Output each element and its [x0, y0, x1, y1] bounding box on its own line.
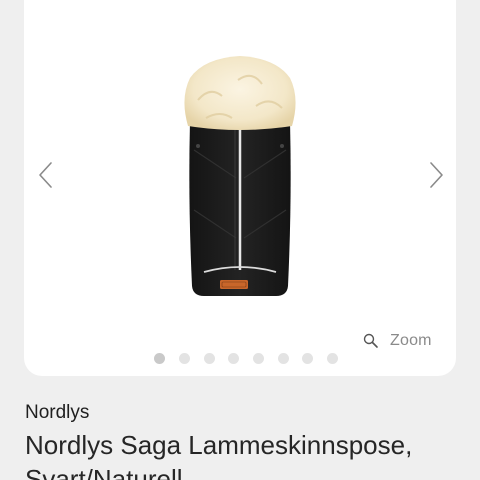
pagination-dot-8[interactable] — [327, 353, 338, 364]
pagination-dot-4[interactable] — [228, 353, 239, 364]
pagination-dot-3[interactable] — [204, 353, 215, 364]
pagination-dot-5[interactable] — [253, 353, 264, 364]
brand-badge — [220, 280, 248, 289]
pagination-dot-1[interactable] — [154, 353, 165, 364]
product-title: Nordlys Saga Lammeskinnspose, Svart/Natu… — [25, 430, 413, 480]
zoom-label: Zoom — [390, 332, 432, 349]
product-brand[interactable]: Nordlys — [25, 402, 89, 424]
gallery-pagination — [148, 352, 348, 366]
fur-collar — [184, 56, 296, 130]
magnifier-icon — [363, 333, 378, 348]
chevron-left-icon[interactable] — [32, 160, 62, 190]
pagination-dot-7[interactable] — [302, 353, 313, 364]
chevron-right-icon[interactable] — [420, 160, 450, 190]
product-page: Zoom Nordlys Nordlys Saga Lammeskinnspos… — [0, 0, 480, 480]
zoom-button[interactable]: Zoom — [362, 330, 432, 352]
product-image[interactable] — [0, 0, 480, 310]
pagination-dot-6[interactable] — [278, 353, 289, 364]
pagination-dot-2[interactable] — [179, 353, 190, 364]
